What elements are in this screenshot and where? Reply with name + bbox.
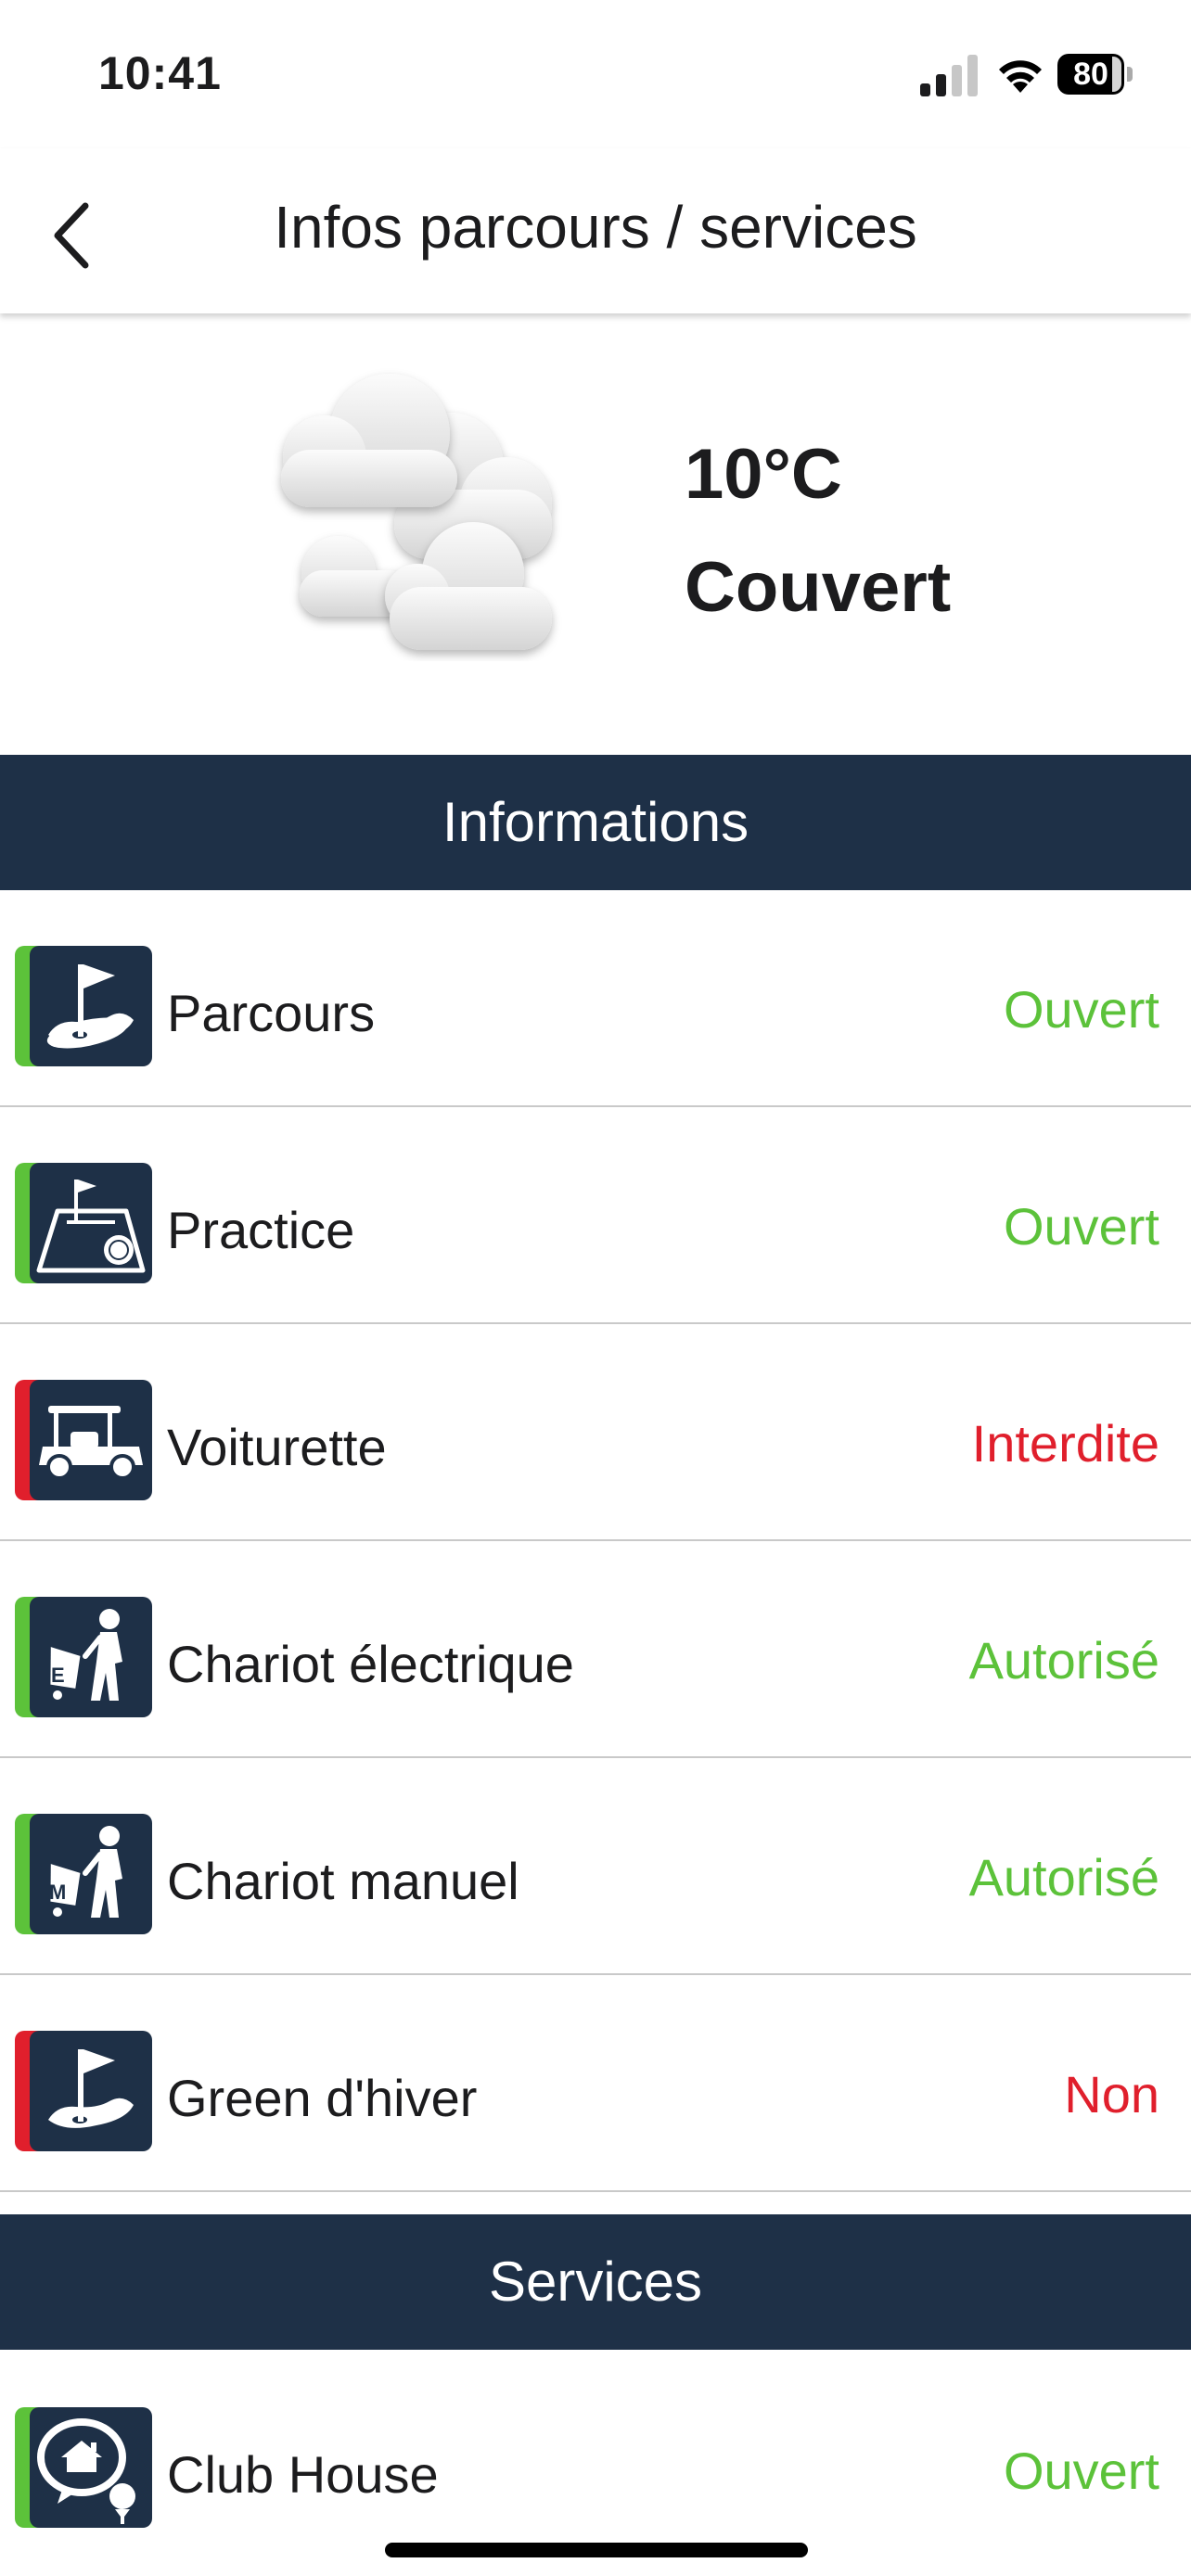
item-label: Practice bbox=[167, 1201, 355, 1259]
nav-bar: Infos parcours / services bbox=[0, 148, 1191, 313]
item-status: Non bbox=[1064, 2065, 1159, 2123]
item-label: Green d'hiver bbox=[167, 2069, 478, 2127]
page-title: Infos parcours / services bbox=[274, 194, 917, 261]
cellular-signal-icon bbox=[920, 55, 978, 96]
club-house-icon bbox=[30, 2407, 152, 2528]
driving-range-icon bbox=[30, 1163, 152, 1283]
item-label: Club House bbox=[167, 2445, 439, 2504]
item-status: Autorisé bbox=[968, 1631, 1159, 1690]
list-item-chariot-manuel[interactable]: M Chariot manuel Autorisé bbox=[0, 1758, 1191, 1975]
weather-panel: 10°C Couvert bbox=[0, 313, 1191, 755]
golf-cart-icon bbox=[30, 1380, 152, 1500]
item-label: Voiturette bbox=[167, 1418, 387, 1476]
list-item-parcours[interactable]: Parcours Ouvert bbox=[0, 890, 1191, 1107]
section-header-services: Services bbox=[0, 2214, 1191, 2350]
cloudy-icon bbox=[281, 374, 552, 650]
winter-green-icon bbox=[30, 2031, 152, 2151]
item-status: Ouvert bbox=[1003, 1197, 1159, 1256]
temperature: 10°C bbox=[685, 435, 842, 514]
list-item-chariot-electrique[interactable]: E Chariot électrique Autorisé bbox=[0, 1541, 1191, 1758]
home-indicator[interactable] bbox=[385, 2543, 808, 2557]
status-bar: 10:41 80 bbox=[0, 0, 1191, 148]
item-label: Chariot manuel bbox=[167, 1852, 519, 1910]
item-status: Ouvert bbox=[1003, 2442, 1159, 2500]
svg-text:E: E bbox=[51, 1664, 65, 1687]
item-status: Interdite bbox=[971, 1414, 1159, 1473]
item-status: Ouvert bbox=[1003, 980, 1159, 1039]
item-label: Parcours bbox=[167, 984, 376, 1042]
section-header-informations: Informations bbox=[0, 755, 1191, 890]
battery-icon: 80 bbox=[1057, 54, 1133, 95]
golf-flag-green-icon bbox=[30, 946, 152, 1066]
list-item-club-house[interactable]: Club House Ouvert bbox=[0, 2352, 1191, 2567]
item-status: Autorisé bbox=[968, 1848, 1159, 1906]
electric-trolley-icon: E bbox=[30, 1597, 152, 1717]
list-item-green-hiver[interactable]: Green d'hiver Non bbox=[0, 1975, 1191, 2192]
status-time: 10:41 bbox=[98, 47, 222, 99]
item-label: Chariot électrique bbox=[167, 1635, 574, 1693]
wifi-icon bbox=[999, 60, 1042, 93]
svg-text:M: M bbox=[49, 1881, 66, 1904]
battery-level: 80 bbox=[1073, 57, 1108, 92]
list-item-voiturette[interactable]: Voiturette Interdite bbox=[0, 1324, 1191, 1541]
weather-condition: Couvert bbox=[685, 548, 952, 627]
manual-trolley-icon: M bbox=[30, 1814, 152, 1934]
list-item-practice[interactable]: Practice Ouvert bbox=[0, 1107, 1191, 1324]
